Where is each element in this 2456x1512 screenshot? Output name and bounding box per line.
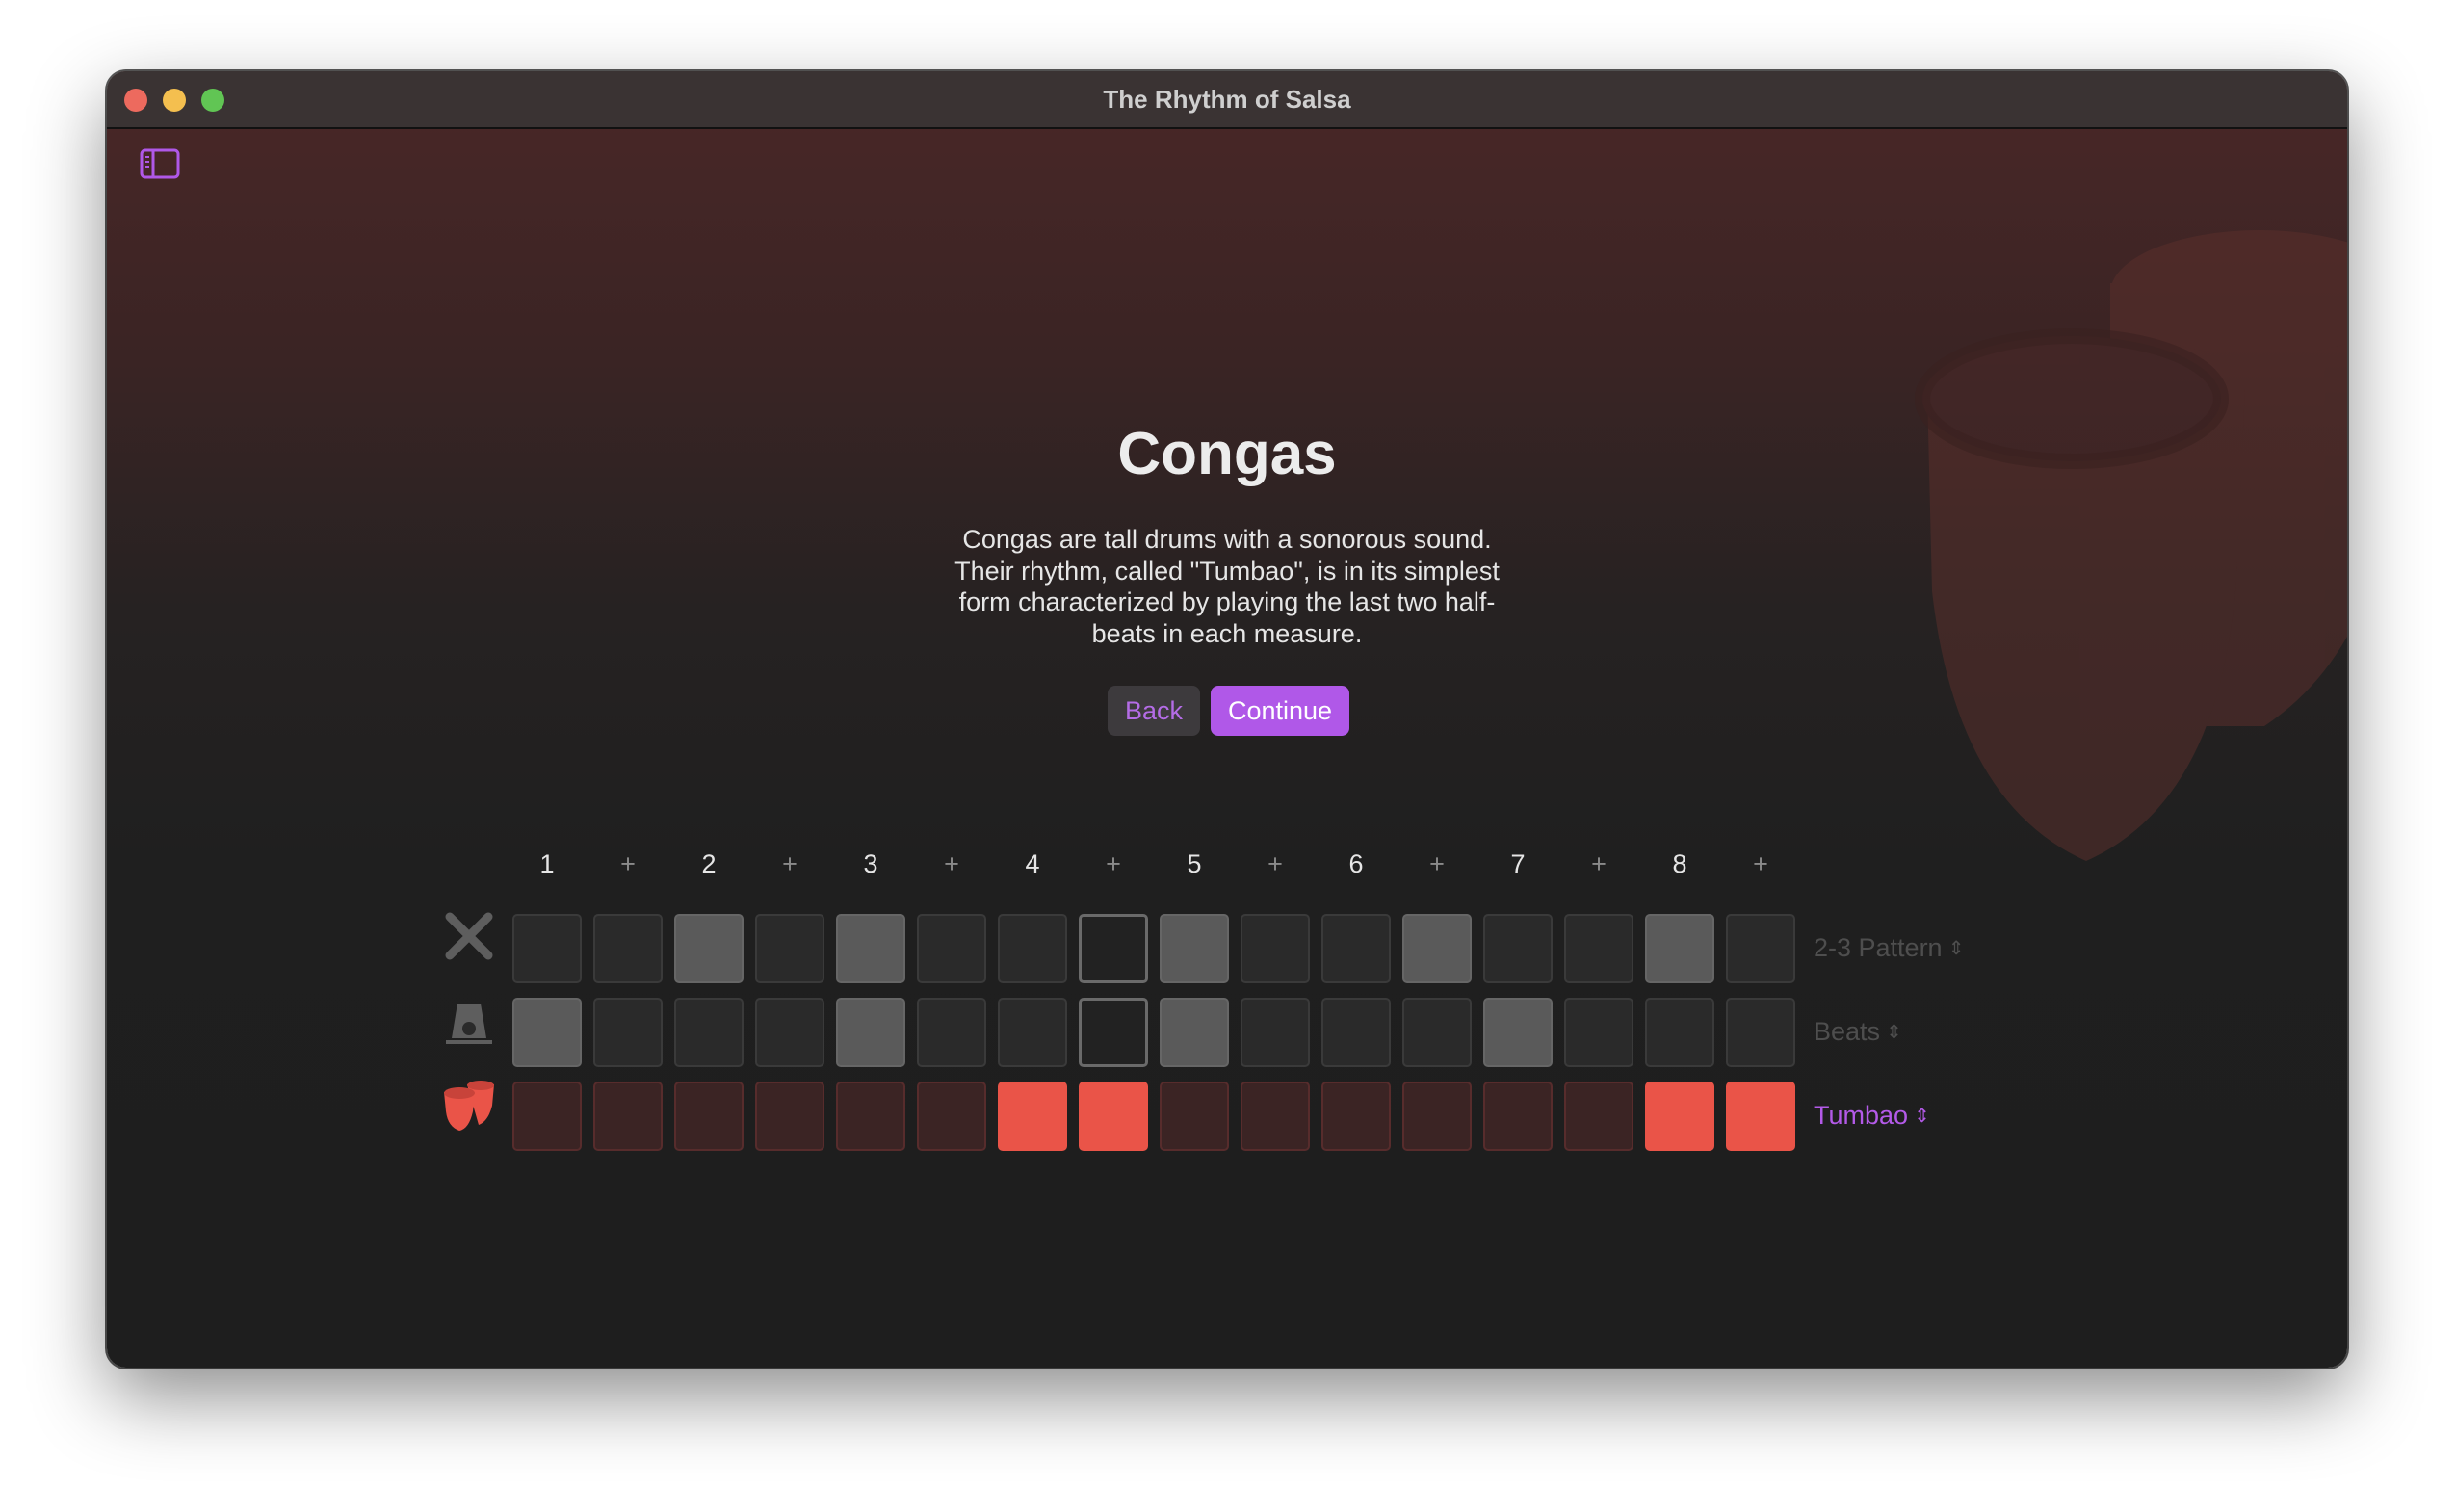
sidebar-toggle-icon[interactable] bbox=[140, 148, 180, 179]
cowbell-pattern-label: Beats bbox=[1814, 1017, 1881, 1046]
beat-label: + bbox=[782, 849, 797, 878]
beat-label: 2 bbox=[701, 849, 717, 878]
step-cell[interactable] bbox=[1079, 1082, 1148, 1151]
beat-label: + bbox=[620, 849, 636, 878]
step-cell[interactable] bbox=[1321, 1082, 1391, 1151]
step-cell[interactable] bbox=[1726, 1082, 1795, 1151]
step-cell[interactable] bbox=[1402, 914, 1472, 983]
step-cell[interactable] bbox=[1160, 998, 1229, 1067]
step-cell[interactable] bbox=[998, 1082, 1067, 1151]
congas-icon bbox=[444, 1081, 494, 1131]
beat-label: 1 bbox=[539, 849, 555, 878]
step-cell[interactable] bbox=[1726, 998, 1795, 1067]
step-cell[interactable] bbox=[1321, 914, 1391, 983]
congas-pattern-selector[interactable]: Tumbao ⇕ bbox=[1814, 1101, 1930, 1131]
step-cell[interactable] bbox=[674, 914, 744, 983]
step-cell[interactable] bbox=[998, 998, 1067, 1067]
page-title: Congas bbox=[1117, 421, 1337, 487]
cowbell-icon bbox=[446, 1004, 492, 1044]
step-cell[interactable] bbox=[1483, 998, 1553, 1067]
step-cell[interactable] bbox=[998, 914, 1067, 983]
step-cell[interactable] bbox=[1564, 998, 1633, 1067]
step-cell[interactable] bbox=[1241, 1082, 1310, 1151]
beat-label: + bbox=[944, 849, 959, 878]
beat-label: + bbox=[1267, 849, 1283, 878]
beat-label: + bbox=[1753, 849, 1768, 878]
step-cell[interactable] bbox=[512, 1082, 582, 1151]
step-cell[interactable] bbox=[917, 998, 986, 1067]
step-cell[interactable] bbox=[1079, 914, 1148, 983]
step-cell[interactable] bbox=[593, 998, 663, 1067]
step-cell[interactable] bbox=[1321, 998, 1391, 1067]
step-cell[interactable] bbox=[1564, 914, 1633, 983]
description-text: Congas are tall drums with a sonorous so… bbox=[954, 525, 1500, 648]
step-cell[interactable] bbox=[1645, 914, 1714, 983]
beat-label: 6 bbox=[1348, 849, 1364, 878]
step-cell[interactable] bbox=[755, 1082, 824, 1151]
back-button[interactable]: Back bbox=[1108, 686, 1200, 736]
step-cell[interactable] bbox=[1483, 1082, 1553, 1151]
step-cell[interactable] bbox=[836, 914, 905, 983]
claves-icon bbox=[445, 912, 493, 960]
beat-label: 8 bbox=[1672, 849, 1687, 878]
step-cell[interactable] bbox=[1241, 998, 1310, 1067]
title-bar: The Rhythm of Salsa bbox=[107, 71, 2347, 129]
step-cell[interactable] bbox=[1564, 1082, 1633, 1151]
step-cell[interactable] bbox=[1402, 998, 1472, 1067]
step-cell[interactable] bbox=[1645, 998, 1714, 1067]
beat-label: 4 bbox=[1025, 849, 1040, 878]
claves-pattern-label: 2-3 Pattern bbox=[1814, 933, 1943, 962]
app-window: The Rhythm of Salsa Congas Congas are ta… bbox=[107, 71, 2347, 1368]
beat-label: + bbox=[1106, 849, 1121, 878]
chevron-up-down-icon: ⇕ bbox=[1947, 938, 1965, 959]
beat-label: + bbox=[1429, 849, 1445, 878]
beat-label: 3 bbox=[863, 849, 878, 878]
step-cell[interactable] bbox=[1483, 914, 1553, 983]
congas-pattern-label: Tumbao bbox=[1814, 1101, 1909, 1130]
step-cell[interactable] bbox=[1241, 914, 1310, 983]
step-cell[interactable] bbox=[1160, 914, 1229, 983]
beat-label: 5 bbox=[1187, 849, 1202, 878]
claves-pattern-selector[interactable]: 2-3 Pattern ⇕ bbox=[1814, 933, 1964, 963]
beat-label: + bbox=[1591, 849, 1607, 878]
step-cell[interactable] bbox=[917, 1082, 986, 1151]
step-cell[interactable] bbox=[512, 914, 582, 983]
step-cell[interactable] bbox=[1726, 914, 1795, 983]
step-cell[interactable] bbox=[836, 998, 905, 1067]
step-cell[interactable] bbox=[755, 998, 824, 1067]
step-cell[interactable] bbox=[1402, 1082, 1472, 1151]
chevron-up-down-icon: ⇕ bbox=[1914, 1106, 1930, 1127]
step-cell[interactable] bbox=[917, 914, 986, 983]
step-cell[interactable] bbox=[674, 998, 744, 1067]
chevron-up-down-icon: ⇕ bbox=[1886, 1022, 1902, 1043]
step-cell[interactable] bbox=[593, 914, 663, 983]
continue-button[interactable]: Continue bbox=[1211, 686, 1349, 736]
step-cell[interactable] bbox=[836, 1082, 905, 1151]
step-cell[interactable] bbox=[674, 1082, 744, 1151]
step-cell[interactable] bbox=[755, 914, 824, 983]
cowbell-pattern-selector[interactable]: Beats ⇕ bbox=[1814, 1017, 1902, 1047]
congas-watermark-icon bbox=[1915, 230, 2347, 861]
beat-label: 7 bbox=[1510, 849, 1526, 878]
step-cell[interactable] bbox=[593, 1082, 663, 1151]
step-cell[interactable] bbox=[1079, 998, 1148, 1067]
step-cell[interactable] bbox=[512, 998, 582, 1067]
window-title: The Rhythm of Salsa bbox=[1103, 85, 1351, 114]
step-cell[interactable] bbox=[1645, 1082, 1714, 1151]
step-cell[interactable] bbox=[1160, 1082, 1229, 1151]
